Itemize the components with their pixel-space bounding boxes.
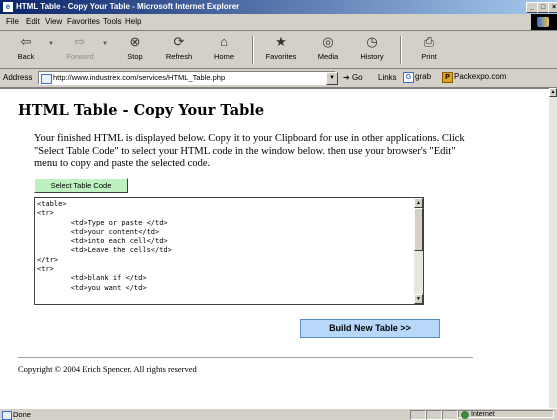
menu-file[interactable]: File xyxy=(6,17,19,26)
print-label: Print xyxy=(421,52,437,61)
address-url[interactable]: http://www.industrex.com/services/HTML_T… xyxy=(53,73,225,82)
status-text: Done xyxy=(13,410,31,419)
forward-button[interactable]: ⇨ Forward ▼ xyxy=(58,33,108,66)
media-label: Media xyxy=(317,52,339,61)
favorites-icon: ★ xyxy=(275,34,287,49)
forward-label: Forward xyxy=(66,52,94,61)
scroll-thumb[interactable] xyxy=(414,208,423,251)
history-button[interactable]: ◷ History xyxy=(350,33,394,66)
menu-view[interactable]: View xyxy=(45,17,62,26)
go-label: Go xyxy=(351,73,363,82)
media-button[interactable]: ◎ Media xyxy=(306,33,350,66)
home-icon: ⌂ xyxy=(220,34,228,49)
menu-help[interactable]: Help xyxy=(125,17,141,26)
home-button[interactable]: ⌂ Home xyxy=(202,33,246,66)
copyright-text: Copyright © 2004 Erich Spencer. All righ… xyxy=(18,364,197,374)
ie-logo-icon: e xyxy=(3,2,13,12)
link-grab[interactable]: Ggrab xyxy=(403,72,431,83)
packexpo-icon: P xyxy=(442,72,453,83)
home-label: Home xyxy=(213,52,234,61)
history-icon: ◷ xyxy=(366,34,378,49)
go-arrow-icon: ➜ xyxy=(343,73,350,82)
menu-tools[interactable]: Tools xyxy=(103,17,122,26)
link-packexpo-label: Packexpo.com xyxy=(454,72,507,81)
textarea-scrollbar[interactable]: ▲ ▼ xyxy=(414,198,423,304)
build-new-table-button[interactable]: Build New Table >> xyxy=(300,319,440,338)
menu-favorites[interactable]: Favorites xyxy=(67,17,100,26)
instructions-text: Your finished HTML is displayed below. C… xyxy=(34,133,465,169)
print-button[interactable]: ⎙ Print xyxy=(407,33,451,66)
forward-arrow-icon: ⇨ xyxy=(74,34,86,49)
stop-label: Stop xyxy=(127,52,143,61)
grab-icon: G xyxy=(403,72,414,83)
print-icon: ⎙ xyxy=(423,34,435,49)
favorites-button[interactable]: ★ Favorites xyxy=(259,33,303,66)
scroll-down-icon[interactable]: ▼ xyxy=(414,294,423,304)
status-bar: Done Internet xyxy=(0,408,557,420)
address-label: Address xyxy=(3,73,33,82)
go-button[interactable]: ➜ Go xyxy=(343,73,363,82)
link-grab-label: grab xyxy=(415,72,432,81)
divider xyxy=(18,357,473,358)
close-button[interactable]: × xyxy=(548,2,557,13)
page-icon xyxy=(41,74,52,84)
page-content: HTML Table - Copy Your Table Your finish… xyxy=(0,88,549,409)
forward-dropdown-icon[interactable]: ▼ xyxy=(102,41,108,47)
refresh-button[interactable]: ⟳ Refresh xyxy=(157,33,201,66)
menu-edit[interactable]: Edit xyxy=(26,17,40,26)
address-input[interactable]: http://www.industrex.com/services/HTML_T… xyxy=(38,71,336,85)
back-arrow-icon: ⇦ xyxy=(20,34,32,49)
back-label: Back xyxy=(17,52,35,61)
links-label[interactable]: Links xyxy=(378,73,397,82)
toolbar-separator xyxy=(252,36,254,64)
page-scrollbar[interactable]: ▲ xyxy=(549,88,557,408)
internet-zone-icon xyxy=(461,411,469,419)
media-icon: ◎ xyxy=(322,34,334,49)
toolbar-separator xyxy=(400,36,402,64)
address-bar: Address http://www.industrex.com/service… xyxy=(0,69,557,88)
refresh-icon: ⟳ xyxy=(173,34,185,49)
scroll-up-icon[interactable]: ▲ xyxy=(414,198,423,208)
title-bar: e HTML Table - Copy Your Table - Microso… xyxy=(0,0,557,14)
html-code-textarea[interactable]: <table> <tr> <td>Type or paste </td> <td… xyxy=(34,197,424,305)
scroll-up-icon[interactable]: ▲ xyxy=(549,88,557,97)
security-zone: Internet xyxy=(458,410,554,419)
html-code-text[interactable]: <table> <tr> <td>Type or paste </td> <td… xyxy=(37,200,413,302)
zone-label: Internet xyxy=(471,411,495,418)
stop-button[interactable]: ⊗ Stop xyxy=(113,33,157,66)
link-packexpo[interactable]: P Packexpo.com xyxy=(442,72,506,83)
page-title: HTML Table - Copy Your Table xyxy=(18,102,265,119)
history-label: History xyxy=(360,52,384,61)
window-title: HTML Table - Copy Your Table - Microsoft… xyxy=(16,2,240,11)
standard-toolbar: ⇦ Back ▼ ⇨ Forward ▼ ⊗ Stop ⟳ Refresh ⌂ … xyxy=(0,31,557,69)
refresh-label: Refresh xyxy=(165,52,193,61)
back-dropdown-icon[interactable]: ▼ xyxy=(48,41,54,47)
select-table-code-button[interactable]: Select Table Code xyxy=(34,178,128,193)
stop-icon: ⊗ xyxy=(129,34,141,49)
windows-logo-icon xyxy=(531,14,557,30)
back-button[interactable]: ⇦ Back ▼ xyxy=(4,33,54,66)
menu-bar: File Edit View Favorites Tools Help xyxy=(0,14,557,31)
address-dropdown-icon[interactable]: ▼ xyxy=(326,72,338,85)
favorites-label: Favorites xyxy=(265,52,297,61)
